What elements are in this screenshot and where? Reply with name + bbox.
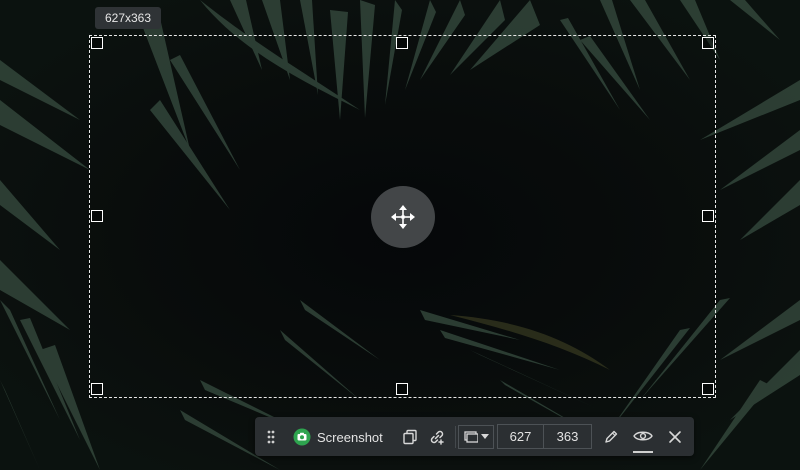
move-icon (391, 205, 415, 229)
drag-handle-icon[interactable] (263, 427, 279, 447)
resize-handle-bottom-right[interactable] (702, 383, 714, 395)
resize-handle-left[interactable] (91, 210, 103, 222)
resize-handle-top-left[interactable] (91, 37, 103, 49)
preview-button[interactable] (631, 426, 655, 446)
share-link-icon (430, 430, 444, 445)
resize-handle-top-right[interactable] (702, 37, 714, 49)
mode-label: Screenshot (317, 429, 383, 445)
close-button[interactable] (665, 427, 685, 447)
copy-button[interactable] (400, 427, 420, 447)
pencil-icon (605, 430, 618, 443)
resize-handle-right[interactable] (702, 210, 714, 222)
preview-active-indicator (633, 451, 653, 453)
resize-handle-bottom[interactable] (396, 383, 408, 395)
share-link-button[interactable] (426, 427, 448, 447)
chevron-down-icon (480, 434, 489, 439)
capture-area-icon (463, 431, 478, 443)
capture-toolbar: Screenshot 627 363 (255, 417, 694, 456)
close-icon (669, 431, 681, 443)
camera-icon (293, 428, 311, 446)
toolbar-divider (455, 426, 456, 448)
width-input[interactable]: 627 (497, 424, 544, 449)
edit-button[interactable] (601, 427, 621, 447)
copy-icon (403, 429, 417, 445)
capture-area-dropdown[interactable] (458, 425, 494, 449)
eye-icon (633, 431, 653, 441)
height-input[interactable]: 363 (544, 424, 592, 449)
move-selection-button[interactable] (371, 186, 435, 248)
resize-handle-bottom-left[interactable] (91, 383, 103, 395)
mode-screenshot-button[interactable]: Screenshot (293, 425, 391, 449)
selection-size-readout: 627x363 (95, 7, 161, 29)
resize-handle-top[interactable] (396, 37, 408, 49)
